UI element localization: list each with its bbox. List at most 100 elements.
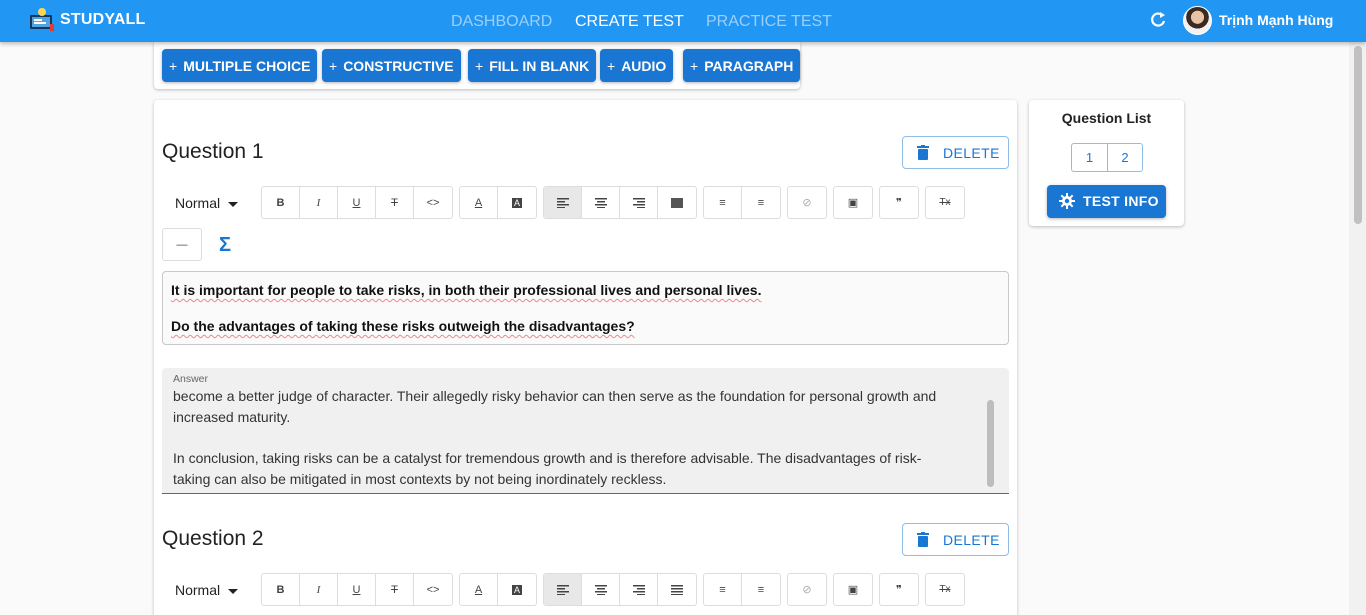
image-button[interactable]: ▣: [834, 187, 872, 218]
button-label: FILL IN BLANK: [489, 57, 590, 74]
clear-format-button[interactable]: Tx: [926, 574, 964, 605]
bullet-list-button[interactable]: ≡: [704, 187, 742, 218]
text-color-button[interactable]: A: [460, 574, 498, 605]
text-color-button[interactable]: A: [460, 187, 498, 218]
link-group: ⊘: [787, 186, 827, 219]
align-right-button[interactable]: [620, 574, 658, 605]
add-multiple-choice-button[interactable]: + MULTIPLE CHOICE: [162, 49, 318, 82]
plus-icon: +: [475, 57, 484, 74]
format-select-value: Normal: [175, 195, 221, 211]
clear-format-button[interactable]: Tx: [926, 187, 964, 218]
align-justify-icon: [671, 584, 683, 595]
align-left-button[interactable]: [544, 187, 582, 218]
strikethrough-button[interactable]: T: [376, 574, 414, 605]
button-label: MULTIPLE CHOICE: [183, 57, 311, 74]
image-group: ▣: [833, 186, 873, 219]
app-name: STUDYALL: [60, 11, 146, 28]
answer-line: In conclusion, taking risks can be a cat…: [173, 450, 922, 466]
nav-dashboard[interactable]: DASHBOARD: [451, 13, 552, 31]
answer-line: increased maturity.: [173, 409, 291, 425]
plus-icon: +: [329, 57, 338, 74]
quote-group: ❞: [879, 573, 919, 606]
align-right-button[interactable]: [620, 187, 658, 218]
format-select-value: Normal: [175, 582, 221, 598]
highlight-icon: A: [511, 584, 522, 595]
blockquote-button[interactable]: ❞: [880, 574, 918, 605]
add-constructive-button[interactable]: + CONSTRUCTIVE: [322, 49, 461, 82]
app-bar: STUDYALL DASHBOARD CREATE TEST PRACTICE …: [0, 0, 1366, 42]
add-paragraph-button[interactable]: + PARAGRAPH: [683, 49, 801, 82]
format-select[interactable]: Normal: [175, 195, 239, 211]
button-label: AUDIO: [621, 57, 667, 74]
question-prompt-editor[interactable]: It is important for people to take risks…: [162, 271, 1009, 345]
align-center-button[interactable]: [582, 187, 620, 218]
page-scrollbar[interactable]: [1349, 42, 1366, 615]
background-color-button[interactable]: A: [498, 187, 536, 218]
button-label: CONSTRUCTIVE: [343, 57, 454, 74]
formula-icon[interactable]: Σ: [219, 234, 231, 257]
gear-icon: [1059, 193, 1075, 209]
add-fill-in-blank-button[interactable]: + FILL IN BLANK: [468, 49, 597, 82]
delete-label: DELETE: [943, 145, 1000, 161]
background-color-button[interactable]: A: [498, 574, 536, 605]
quote-group: ❞: [879, 186, 919, 219]
answer-field[interactable]: Answer become a better judge of characte…: [162, 368, 1009, 494]
ordered-list-button[interactable]: ≡: [742, 574, 780, 605]
add-audio-button[interactable]: + AUDIO: [600, 49, 674, 82]
prompt-line: Do the advantages of taking these risks …: [171, 318, 635, 334]
nav-practice-test[interactable]: PRACTICE TEST: [706, 13, 832, 31]
ordered-list-button[interactable]: ≡: [742, 187, 780, 218]
answer-label: Answer: [173, 373, 209, 385]
underline-button[interactable]: U: [338, 187, 376, 218]
code-button[interactable]: <>: [414, 187, 452, 218]
italic-button[interactable]: I: [300, 187, 338, 218]
horizontal-rule-button[interactable]: —: [163, 229, 201, 260]
align-center-button[interactable]: [582, 574, 620, 605]
align-center-icon: [594, 584, 607, 595]
blockquote-button[interactable]: ❞: [880, 187, 918, 218]
text-style-group: B I U T <>: [261, 186, 453, 219]
italic-button[interactable]: I: [300, 574, 338, 605]
delete-question-button[interactable]: DELETE: [902, 136, 1009, 169]
underline-button[interactable]: U: [338, 574, 376, 605]
text-style-group: B I U T <>: [261, 573, 453, 606]
format-select[interactable]: Normal: [175, 582, 239, 598]
align-justify-button[interactable]: [658, 187, 696, 218]
bullet-list-button[interactable]: ≡: [704, 574, 742, 605]
answer-text: become a better judge of character. Thei…: [173, 386, 973, 490]
align-justify-button[interactable]: [658, 574, 696, 605]
image-group: ▣: [833, 573, 873, 606]
plus-icon: +: [607, 57, 616, 74]
nav-create-test[interactable]: CREATE TEST: [575, 13, 684, 31]
code-button[interactable]: <>: [414, 574, 452, 605]
answer-line: taking can also be mitigated in most con…: [173, 471, 667, 487]
color-group: A A: [459, 186, 537, 219]
strikethrough-button[interactable]: T: [376, 187, 414, 218]
image-button[interactable]: ▣: [834, 574, 872, 605]
link-button[interactable]: ⊘: [788, 187, 826, 218]
answer-scrollbar[interactable]: [987, 400, 994, 487]
question-list-panel: Question List 1 2 TEST INFO: [1029, 100, 1184, 226]
bold-button[interactable]: B: [262, 187, 300, 218]
plus-icon: +: [690, 57, 699, 74]
clean-group: Tx: [925, 186, 965, 219]
link-button[interactable]: ⊘: [788, 574, 826, 605]
test-info-button[interactable]: TEST INFO: [1047, 185, 1166, 218]
align-left-icon: [556, 197, 569, 208]
button-label: PARAGRAPH: [704, 57, 794, 74]
avatar[interactable]: [1183, 6, 1212, 35]
align-group: [543, 186, 697, 219]
prompt-line: It is important for people to take risks…: [171, 282, 762, 298]
delete-question-button[interactable]: DELETE: [902, 523, 1009, 556]
user-name[interactable]: Trịnh Mạnh Hùng: [1219, 12, 1333, 28]
list-group: ≡ ≡: [703, 573, 781, 606]
color-group: A A: [459, 573, 537, 606]
bold-button[interactable]: B: [262, 574, 300, 605]
question-number-button[interactable]: 2: [1107, 144, 1142, 171]
refresh-icon[interactable]: [1148, 10, 1168, 30]
align-left-button[interactable]: [544, 574, 582, 605]
question-number-button[interactable]: 1: [1072, 144, 1107, 171]
scrollbar-thumb[interactable]: [1354, 46, 1362, 224]
logo[interactable]: STUDYALL: [28, 6, 145, 34]
delete-label: DELETE: [943, 532, 1000, 548]
